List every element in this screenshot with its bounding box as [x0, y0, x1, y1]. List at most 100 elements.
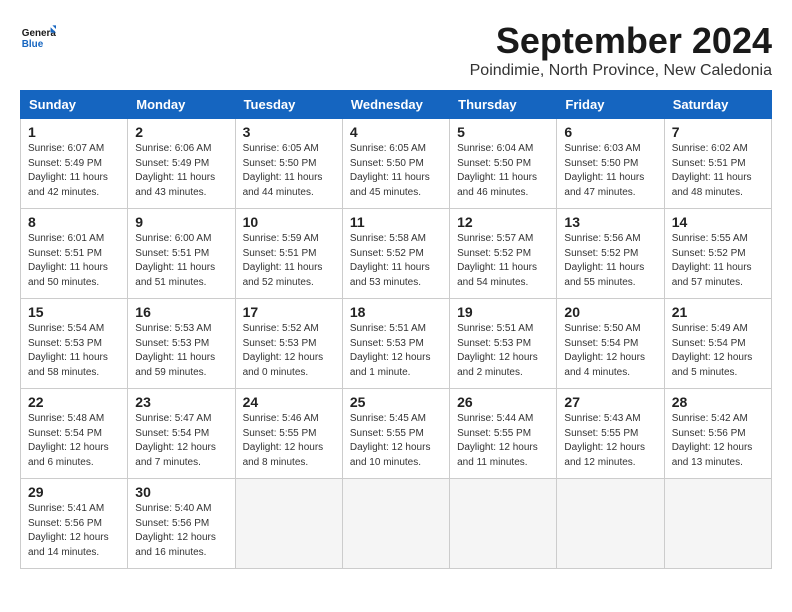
- table-row: 26 Sunrise: 5:44 AMSunset: 5:55 PMDaylig…: [450, 389, 557, 479]
- day-info: Sunrise: 5:54 AMSunset: 5:53 PMDaylight:…: [28, 322, 120, 380]
- table-row: 28 Sunrise: 5:42 AMSunset: 5:56 PMDaylig…: [664, 389, 771, 479]
- day-number: 12: [457, 214, 549, 230]
- day-info: Sunrise: 5:49 AMSunset: 5:54 PMDaylight:…: [672, 322, 764, 380]
- table-row: 8 Sunrise: 6:01 AMSunset: 5:51 PMDayligh…: [21, 209, 128, 299]
- svg-text:Blue: Blue: [22, 39, 44, 50]
- calendar-week-row: 15 Sunrise: 5:54 AMSunset: 5:53 PMDaylig…: [21, 299, 772, 389]
- day-info: Sunrise: 5:40 AMSunset: 5:56 PMDaylight:…: [135, 502, 227, 560]
- table-row: 14 Sunrise: 5:55 AMSunset: 5:52 PMDaylig…: [664, 209, 771, 299]
- day-info: Sunrise: 5:44 AMSunset: 5:55 PMDaylight:…: [457, 412, 549, 470]
- day-info: Sunrise: 5:57 AMSunset: 5:52 PMDaylight:…: [457, 232, 549, 290]
- table-row: 23 Sunrise: 5:47 AMSunset: 5:54 PMDaylig…: [128, 389, 235, 479]
- day-info: Sunrise: 5:41 AMSunset: 5:56 PMDaylight:…: [28, 502, 120, 560]
- table-row: 13 Sunrise: 5:56 AMSunset: 5:52 PMDaylig…: [557, 209, 664, 299]
- day-number: 15: [28, 304, 120, 320]
- calendar-header-row: Sunday Monday Tuesday Wednesday Thursday…: [21, 91, 772, 119]
- table-row: [557, 479, 664, 569]
- table-row: 9 Sunrise: 6:00 AMSunset: 5:51 PMDayligh…: [128, 209, 235, 299]
- table-row: [342, 479, 449, 569]
- day-number: 14: [672, 214, 764, 230]
- day-info: Sunrise: 5:56 AMSunset: 5:52 PMDaylight:…: [564, 232, 656, 290]
- day-info: Sunrise: 5:52 AMSunset: 5:53 PMDaylight:…: [243, 322, 335, 380]
- logo-icon: General Blue: [20, 20, 56, 56]
- col-thursday: Thursday: [450, 91, 557, 119]
- table-row: 24 Sunrise: 5:46 AMSunset: 5:55 PMDaylig…: [235, 389, 342, 479]
- day-number: 1: [28, 124, 120, 140]
- day-info: Sunrise: 6:02 AMSunset: 5:51 PMDaylight:…: [672, 142, 764, 200]
- table-row: 25 Sunrise: 5:45 AMSunset: 5:55 PMDaylig…: [342, 389, 449, 479]
- location-title: Poindimie, North Province, New Caledonia: [470, 62, 772, 80]
- table-row: [450, 479, 557, 569]
- day-info: Sunrise: 6:05 AMSunset: 5:50 PMDaylight:…: [243, 142, 335, 200]
- day-number: 26: [457, 394, 549, 410]
- day-info: Sunrise: 5:45 AMSunset: 5:55 PMDaylight:…: [350, 412, 442, 470]
- table-row: 27 Sunrise: 5:43 AMSunset: 5:55 PMDaylig…: [557, 389, 664, 479]
- table-row: 3 Sunrise: 6:05 AMSunset: 5:50 PMDayligh…: [235, 119, 342, 209]
- table-row: 18 Sunrise: 5:51 AMSunset: 5:53 PMDaylig…: [342, 299, 449, 389]
- day-info: Sunrise: 5:47 AMSunset: 5:54 PMDaylight:…: [135, 412, 227, 470]
- table-row: 20 Sunrise: 5:50 AMSunset: 5:54 PMDaylig…: [557, 299, 664, 389]
- day-number: 24: [243, 394, 335, 410]
- table-row: 30 Sunrise: 5:40 AMSunset: 5:56 PMDaylig…: [128, 479, 235, 569]
- table-row: 1 Sunrise: 6:07 AMSunset: 5:49 PMDayligh…: [21, 119, 128, 209]
- day-number: 16: [135, 304, 227, 320]
- day-number: 6: [564, 124, 656, 140]
- day-number: 13: [564, 214, 656, 230]
- table-row: [235, 479, 342, 569]
- table-row: 11 Sunrise: 5:58 AMSunset: 5:52 PMDaylig…: [342, 209, 449, 299]
- day-info: Sunrise: 5:53 AMSunset: 5:53 PMDaylight:…: [135, 322, 227, 380]
- logo: General Blue: [20, 20, 56, 56]
- day-number: 23: [135, 394, 227, 410]
- day-info: Sunrise: 5:50 AMSunset: 5:54 PMDaylight:…: [564, 322, 656, 380]
- day-number: 3: [243, 124, 335, 140]
- table-row: 22 Sunrise: 5:48 AMSunset: 5:54 PMDaylig…: [21, 389, 128, 479]
- table-row: 15 Sunrise: 5:54 AMSunset: 5:53 PMDaylig…: [21, 299, 128, 389]
- table-row: [664, 479, 771, 569]
- table-row: 21 Sunrise: 5:49 AMSunset: 5:54 PMDaylig…: [664, 299, 771, 389]
- page-header: General Blue September 2024 Poindimie, N…: [20, 20, 772, 80]
- table-row: 7 Sunrise: 6:02 AMSunset: 5:51 PMDayligh…: [664, 119, 771, 209]
- table-row: 19 Sunrise: 5:51 AMSunset: 5:53 PMDaylig…: [450, 299, 557, 389]
- calendar-week-row: 8 Sunrise: 6:01 AMSunset: 5:51 PMDayligh…: [21, 209, 772, 299]
- day-number: 21: [672, 304, 764, 320]
- day-info: Sunrise: 5:59 AMSunset: 5:51 PMDaylight:…: [243, 232, 335, 290]
- day-number: 5: [457, 124, 549, 140]
- calendar-table: Sunday Monday Tuesday Wednesday Thursday…: [20, 90, 772, 569]
- table-row: 16 Sunrise: 5:53 AMSunset: 5:53 PMDaylig…: [128, 299, 235, 389]
- table-row: 29 Sunrise: 5:41 AMSunset: 5:56 PMDaylig…: [21, 479, 128, 569]
- col-monday: Monday: [128, 91, 235, 119]
- day-number: 25: [350, 394, 442, 410]
- table-row: 4 Sunrise: 6:05 AMSunset: 5:50 PMDayligh…: [342, 119, 449, 209]
- day-number: 10: [243, 214, 335, 230]
- day-number: 11: [350, 214, 442, 230]
- col-friday: Friday: [557, 91, 664, 119]
- day-number: 4: [350, 124, 442, 140]
- table-row: 2 Sunrise: 6:06 AMSunset: 5:49 PMDayligh…: [128, 119, 235, 209]
- day-info: Sunrise: 6:04 AMSunset: 5:50 PMDaylight:…: [457, 142, 549, 200]
- day-info: Sunrise: 5:43 AMSunset: 5:55 PMDaylight:…: [564, 412, 656, 470]
- col-saturday: Saturday: [664, 91, 771, 119]
- day-number: 2: [135, 124, 227, 140]
- day-info: Sunrise: 6:01 AMSunset: 5:51 PMDaylight:…: [28, 232, 120, 290]
- day-number: 29: [28, 484, 120, 500]
- col-tuesday: Tuesday: [235, 91, 342, 119]
- calendar-week-row: 29 Sunrise: 5:41 AMSunset: 5:56 PMDaylig…: [21, 479, 772, 569]
- day-number: 18: [350, 304, 442, 320]
- day-info: Sunrise: 5:48 AMSunset: 5:54 PMDaylight:…: [28, 412, 120, 470]
- table-row: 12 Sunrise: 5:57 AMSunset: 5:52 PMDaylig…: [450, 209, 557, 299]
- table-row: 17 Sunrise: 5:52 AMSunset: 5:53 PMDaylig…: [235, 299, 342, 389]
- day-number: 8: [28, 214, 120, 230]
- day-number: 20: [564, 304, 656, 320]
- day-info: Sunrise: 5:46 AMSunset: 5:55 PMDaylight:…: [243, 412, 335, 470]
- table-row: 5 Sunrise: 6:04 AMSunset: 5:50 PMDayligh…: [450, 119, 557, 209]
- day-info: Sunrise: 5:58 AMSunset: 5:52 PMDaylight:…: [350, 232, 442, 290]
- day-number: 7: [672, 124, 764, 140]
- day-number: 30: [135, 484, 227, 500]
- day-info: Sunrise: 5:51 AMSunset: 5:53 PMDaylight:…: [457, 322, 549, 380]
- day-info: Sunrise: 6:00 AMSunset: 5:51 PMDaylight:…: [135, 232, 227, 290]
- day-info: Sunrise: 5:51 AMSunset: 5:53 PMDaylight:…: [350, 322, 442, 380]
- day-number: 27: [564, 394, 656, 410]
- day-number: 17: [243, 304, 335, 320]
- calendar-week-row: 1 Sunrise: 6:07 AMSunset: 5:49 PMDayligh…: [21, 119, 772, 209]
- day-number: 28: [672, 394, 764, 410]
